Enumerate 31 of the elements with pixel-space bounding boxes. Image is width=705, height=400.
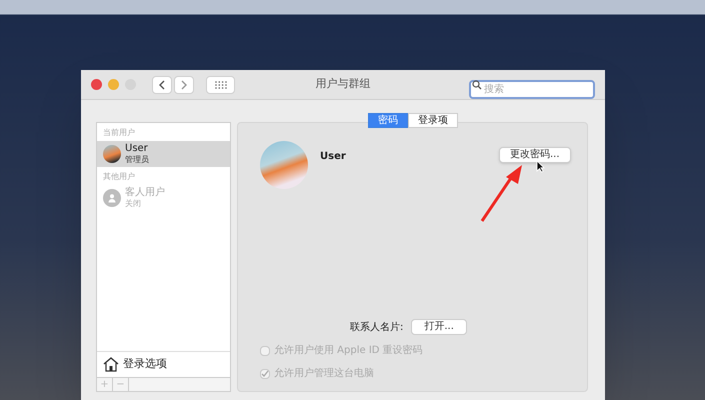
login-options-link[interactable]: 登录选项 (123, 356, 167, 373)
search-icon (472, 80, 482, 90)
checkbox-label: 允许用户管理这台电脑 (274, 366, 374, 381)
back-button[interactable] (152, 76, 172, 94)
show-all-button[interactable] (206, 76, 235, 94)
avatar-placeholder (260, 141, 308, 189)
user-role: 关闭 (125, 199, 142, 210)
user-name: User (320, 150, 346, 164)
chevron-left-icon (159, 80, 165, 90)
user-name: 客人用户 (125, 186, 165, 199)
user-role: 管理员 (125, 155, 149, 166)
chevron-right-icon (181, 80, 187, 90)
grid-icon (214, 80, 226, 88)
cursor-icon (536, 160, 545, 173)
open-button[interactable]: 打开... (411, 319, 467, 335)
window-title: 用户与群组 (316, 76, 370, 92)
house-icon (103, 357, 119, 372)
user-name: User (125, 142, 149, 156)
contact-card-label: 联系人名片: (350, 320, 404, 334)
search-field[interactable]: 搜索 (469, 80, 595, 99)
section-header: 当前用户 (102, 127, 136, 139)
section-header: 其他用户 (102, 171, 136, 183)
minimize-button[interactable] (108, 79, 119, 90)
tab[interactable]: 密码 (368, 113, 408, 128)
change-password-button[interactable]: 更改密码... (499, 147, 571, 163)
tab[interactable]: 登录项 (408, 113, 458, 128)
avatar-placeholder (103, 145, 121, 163)
checkbox-label: 允许用户使用 Apple ID 重设密码 (274, 344, 423, 358)
person-icon (103, 189, 121, 207)
user-list-item[interactable]: User 管理员 (97, 141, 230, 167)
close-button[interactable] (91, 79, 102, 90)
